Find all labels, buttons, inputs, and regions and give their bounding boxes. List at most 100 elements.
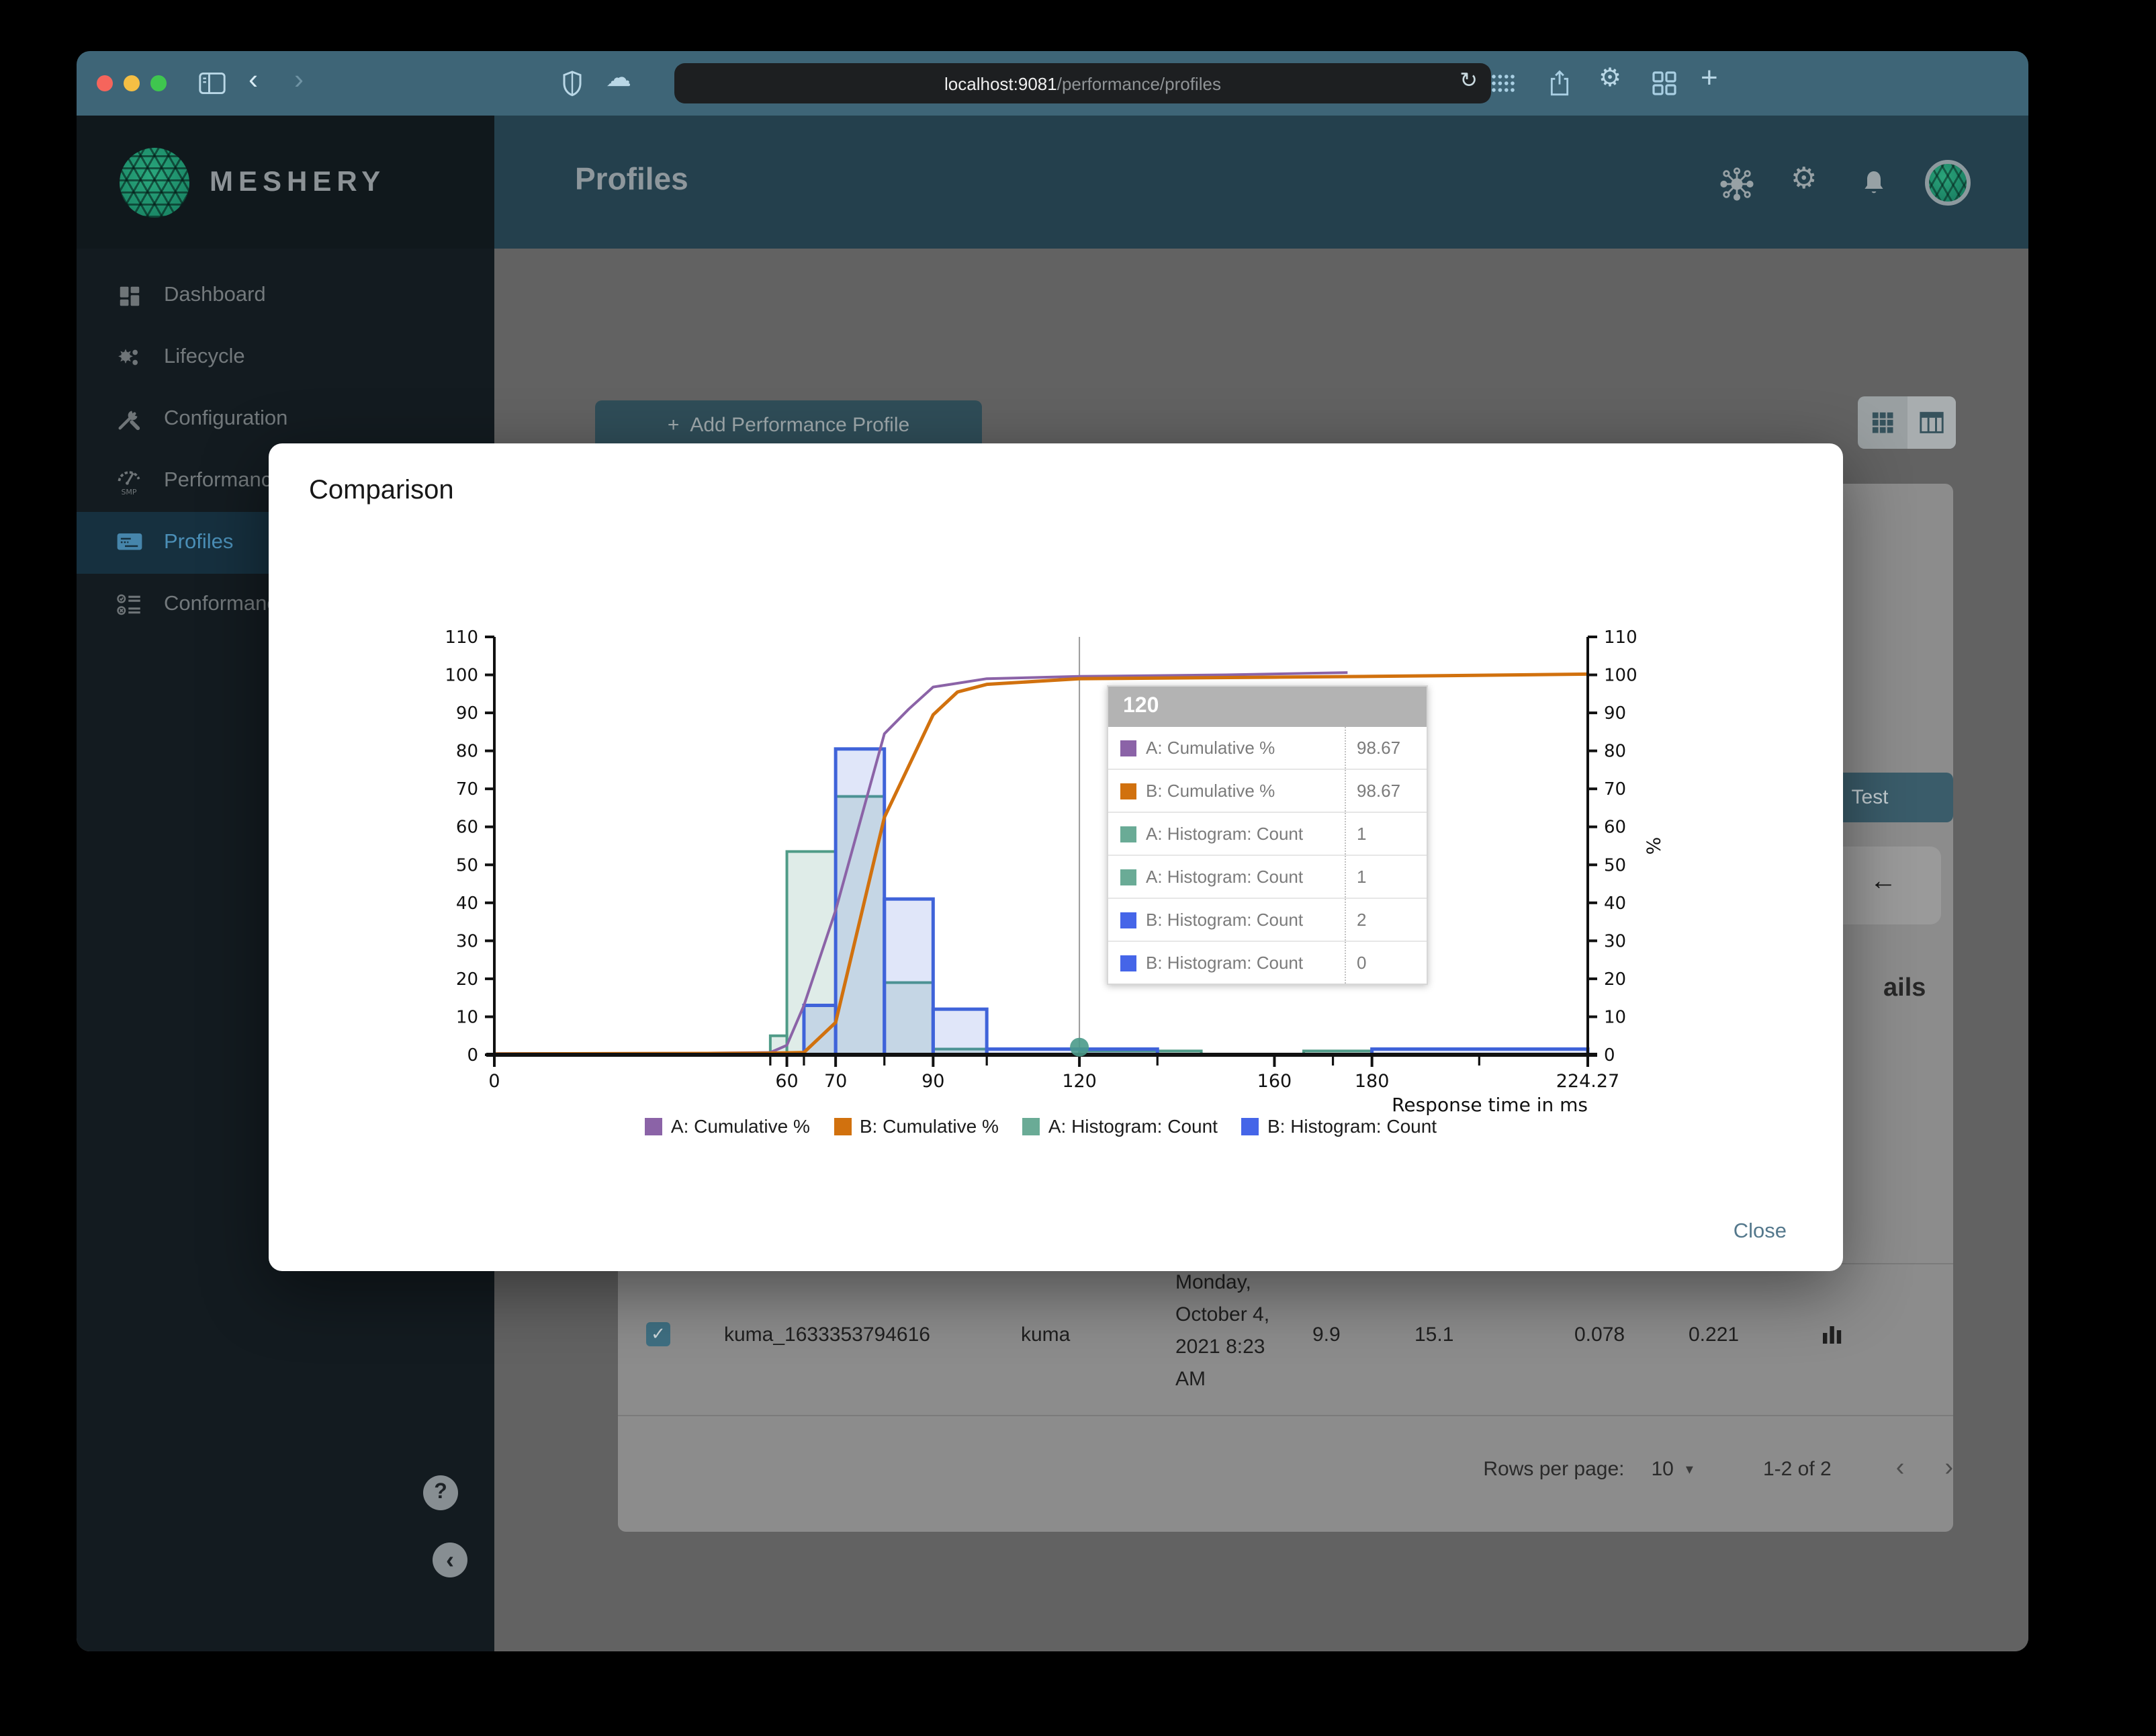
table-view-button[interactable] bbox=[1907, 396, 1956, 449]
sidebar-collapse-button[interactable]: ‹ bbox=[433, 1543, 467, 1577]
tooltip-row: A: Cumulative % 98.67 bbox=[1108, 727, 1427, 770]
settings-gear-icon[interactable]: ⚙ bbox=[1599, 63, 1621, 94]
svg-text:50: 50 bbox=[1604, 855, 1626, 875]
rows-per-page-caret-icon[interactable]: ▾ bbox=[1686, 1460, 1693, 1477]
svg-text:224.27: 224.27 bbox=[1556, 1071, 1619, 1092]
legend-item[interactable]: B: Histogram: Count bbox=[1241, 1115, 1437, 1137]
row-p99: 0.221 bbox=[1689, 1323, 1740, 1346]
service-mesh-hub-icon[interactable] bbox=[1718, 167, 1756, 202]
svg-text:30: 30 bbox=[1604, 931, 1626, 951]
tooltip-series-chip bbox=[1120, 912, 1136, 928]
brand-area: MESHERY bbox=[77, 116, 494, 249]
tooltip-series-chip bbox=[1120, 826, 1136, 842]
user-avatar[interactable] bbox=[1925, 160, 1971, 206]
sidebar-toggle-icon[interactable] bbox=[197, 70, 227, 97]
forward-button[interactable]: › bbox=[294, 64, 304, 97]
row-p50: 0.078 bbox=[1574, 1323, 1625, 1346]
tooltip-row: B: Histogram: Count 2 bbox=[1108, 899, 1427, 942]
svg-text:90: 90 bbox=[922, 1071, 944, 1092]
comparison-chart[interactable]: 0 0 10 10 20 20 30 30 40 40 50 50 60 60 70 70 80 80 90 90 10… bbox=[427, 602, 1717, 1139]
new-tab-icon[interactable]: + bbox=[1701, 60, 1718, 95]
tooltip-series-label: B: Histogram: Count bbox=[1146, 910, 1304, 930]
svg-text:110: 110 bbox=[445, 627, 478, 648]
chart-legend: A: Cumulative % B: Cumulative % A: Histogr… bbox=[494, 1115, 1588, 1137]
share-icon[interactable] bbox=[1546, 67, 1573, 99]
modal-title: Comparison bbox=[309, 476, 454, 505]
row-checkbox[interactable]: ✓ bbox=[646, 1322, 670, 1346]
sidebar-item-label: Configuration bbox=[164, 407, 288, 430]
svg-text:160: 160 bbox=[1257, 1071, 1292, 1092]
sidebar-item-label: Performance bbox=[164, 469, 283, 492]
meshery-app: Profiles ⚙ MESHERY Dashboard Lifecycle C… bbox=[77, 116, 2028, 1651]
tooltip-row: B: Histogram: Count 0 bbox=[1108, 942, 1427, 984]
svg-text:100: 100 bbox=[1604, 666, 1637, 686]
grid-view-button[interactable] bbox=[1858, 396, 1907, 449]
svg-text:40: 40 bbox=[456, 894, 478, 914]
tooltip-row: B: Cumulative % 98.67 bbox=[1108, 770, 1427, 813]
meshery-logo-icon[interactable] bbox=[120, 147, 189, 217]
details-heading-fragment: ails bbox=[1883, 974, 1926, 1002]
pagination-next-icon[interactable]: › bbox=[1944, 1454, 1953, 1483]
tooltip-series-value: 1 bbox=[1345, 856, 1427, 898]
pagination-prev-icon[interactable]: ‹ bbox=[1896, 1454, 1905, 1483]
histogram-bar bbox=[931, 1007, 989, 1057]
browser-window: ‹ › ☁ localhost:9081/performance/profile… bbox=[77, 51, 2028, 1651]
sidebar-item-lifecycle[interactable]: Lifecycle bbox=[77, 327, 494, 388]
legend-label: A: Histogram: Count bbox=[1048, 1115, 1218, 1137]
traffic-light-zoom[interactable] bbox=[150, 75, 167, 91]
histogram-bar bbox=[834, 747, 887, 1057]
notifications-bell-icon[interactable] bbox=[1858, 167, 1890, 202]
svg-text:70: 70 bbox=[824, 1071, 847, 1092]
traffic-light-minimize[interactable] bbox=[124, 75, 140, 91]
svg-text:0: 0 bbox=[467, 1045, 478, 1066]
legend-chip bbox=[645, 1117, 663, 1135]
row-chart-icon[interactable] bbox=[1822, 1322, 1843, 1346]
privacy-shield-icon[interactable] bbox=[560, 70, 584, 97]
svg-text:100: 100 bbox=[445, 666, 478, 686]
screen: ‹ › ☁ localhost:9081/performance/profile… bbox=[0, 0, 2156, 1736]
app-settings-gear-icon[interactable]: ⚙ bbox=[1791, 161, 1817, 196]
tooltip-series-chip bbox=[1120, 740, 1136, 756]
browser-chrome: ‹ › ☁ localhost:9081/performance/profile… bbox=[77, 51, 2028, 116]
svg-text:120: 120 bbox=[1062, 1071, 1097, 1092]
legend-chip bbox=[1241, 1117, 1259, 1135]
legend-chip bbox=[834, 1117, 852, 1135]
sidebar-item-configuration[interactable]: Configuration bbox=[77, 388, 494, 450]
close-button[interactable]: Close bbox=[1734, 1220, 1787, 1244]
svg-text:60: 60 bbox=[775, 1071, 798, 1092]
tooltip-series-label: B: Histogram: Count bbox=[1146, 953, 1304, 973]
tooltip-header: 120 bbox=[1108, 687, 1427, 727]
url-path: /performance/profiles bbox=[1057, 73, 1221, 93]
row-name: kuma_1633353794616 bbox=[724, 1323, 930, 1346]
conformance-icon bbox=[114, 589, 144, 621]
sidebar-item-dashboard[interactable]: Dashboard bbox=[77, 265, 494, 327]
right-axis-label: % bbox=[1642, 837, 1664, 855]
url-bar[interactable]: localhost:9081/performance/profiles ↻ bbox=[674, 63, 1491, 103]
view-toggle bbox=[1858, 396, 1956, 449]
svg-text:10: 10 bbox=[456, 1007, 478, 1027]
traffic-light-close[interactable] bbox=[97, 75, 113, 91]
add-performance-profile-button[interactable]: + Add Performance Profile bbox=[595, 400, 982, 450]
rows-per-page-value[interactable]: 10 bbox=[1652, 1457, 1674, 1480]
reload-icon[interactable]: ↻ bbox=[1459, 67, 1478, 94]
legend-item[interactable]: A: Cumulative % bbox=[645, 1115, 810, 1137]
legend-item[interactable]: B: Cumulative % bbox=[834, 1115, 999, 1137]
icloud-tab-icon[interactable]: ☁ bbox=[606, 63, 631, 94]
histogram-bar bbox=[883, 897, 935, 1057]
brand-name: MESHERY bbox=[210, 166, 386, 197]
tooltip-series-label: A: Histogram: Count bbox=[1146, 824, 1304, 844]
legend-item[interactable]: A: Histogram: Count bbox=[1022, 1115, 1218, 1137]
performance-icon: SMP bbox=[114, 465, 144, 497]
help-button[interactable]: ? bbox=[423, 1475, 458, 1510]
lifecycle-icon bbox=[114, 341, 144, 374]
back-button[interactable]: ‹ bbox=[249, 64, 258, 97]
sidebar-item-label: Dashboard bbox=[164, 284, 266, 306]
svg-text:10: 10 bbox=[1604, 1007, 1626, 1027]
extensions-grid-icon[interactable] bbox=[1491, 74, 1515, 93]
back-arrow-icon[interactable]: ← bbox=[1870, 867, 1897, 898]
tab-overview-icon[interactable] bbox=[1652, 71, 1676, 95]
svg-text:80: 80 bbox=[1604, 742, 1626, 762]
url-host: localhost:9081 bbox=[944, 73, 1057, 93]
svg-text:SMP: SMP bbox=[121, 488, 136, 496]
legend-label: A: Cumulative % bbox=[670, 1115, 810, 1137]
